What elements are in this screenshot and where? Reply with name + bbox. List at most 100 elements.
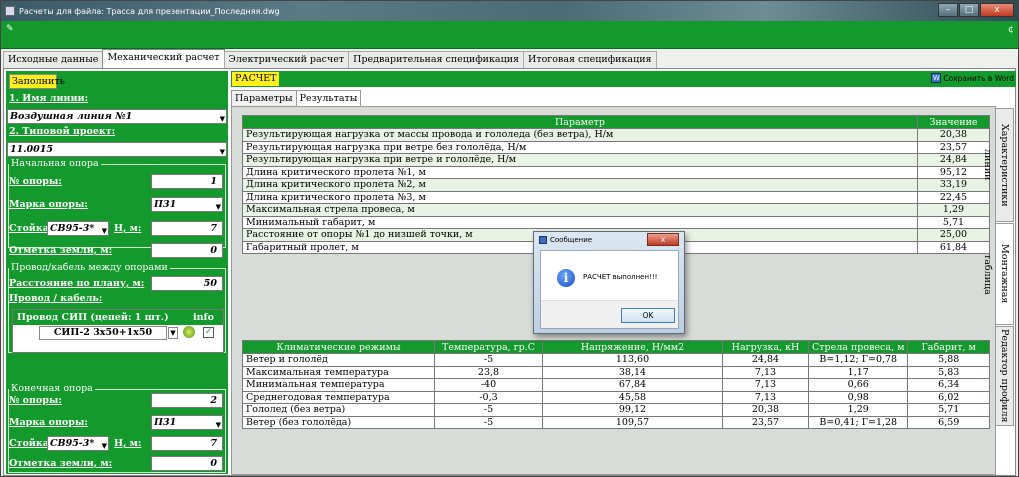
tab-preliminary-spec[interactable]: Предварительная спецификация bbox=[348, 51, 525, 68]
table-row: Длина критического пролета №3, м 22,45 bbox=[242, 190, 990, 204]
maximize-button[interactable]: □ bbox=[959, 3, 979, 17]
end-h-label[interactable]: Н, м: bbox=[114, 438, 141, 453]
climate-cell: Максимальная температура bbox=[242, 365, 435, 379]
close-window-button[interactable]: x bbox=[980, 3, 1014, 17]
climate-cell: 67,84 bbox=[542, 378, 723, 392]
end-ground-field[interactable]: 0 bbox=[151, 456, 223, 471]
climate-cell: 7,13 bbox=[722, 378, 809, 392]
sip-checkbox[interactable]: ✓ bbox=[203, 327, 214, 338]
start-h-label[interactable]: Н, м: bbox=[114, 223, 141, 238]
start-ground-field[interactable]: 0 bbox=[151, 243, 223, 258]
project-combo[interactable]: 11.0015 ▼ bbox=[7, 142, 227, 157]
table-row: Ветер и гололёд -5 113,60 24,84 В=1,12; Г=0,… bbox=[242, 353, 990, 367]
end-mark-label[interactable]: Марка опоры: bbox=[9, 417, 88, 432]
start-num-field[interactable]: 1 bbox=[151, 174, 223, 189]
end-h-field[interactable]: 7 bbox=[151, 436, 223, 451]
tab-mechanical[interactable]: Механический расчет bbox=[102, 49, 225, 68]
climate-cell: 45,58 bbox=[542, 390, 723, 404]
climate-cell: 1,29 bbox=[807, 403, 909, 417]
climate-cell: 5,71 bbox=[907, 403, 990, 417]
subtab-parameters[interactable]: Параметры bbox=[231, 90, 297, 106]
end-mark-value: П31 bbox=[154, 417, 177, 428]
pencil-icon[interactable]: ✎ bbox=[6, 24, 14, 34]
climate-cell: Ветер (без гололёда) bbox=[242, 415, 435, 429]
sidetab-install-table[interactable]: Монтажная таблица bbox=[982, 223, 1014, 325]
climate-cell: 38,14 bbox=[542, 365, 723, 379]
input-panel: Заполнить 1. Имя линии: Воздушная линия … bbox=[6, 71, 228, 474]
start-ground-label[interactable]: Отметка земли, м: bbox=[9, 245, 112, 260]
parameter-cell: Результирующая нагрузка при ветре и голо… bbox=[242, 153, 918, 167]
fill-button[interactable]: Заполнить bbox=[9, 74, 65, 89]
climate-cell: 6,02 bbox=[907, 390, 990, 404]
save-word-button[interactable]: W Сохранить в Word bbox=[931, 73, 1014, 83]
line-name-label[interactable]: 1. Имя линии: bbox=[9, 93, 88, 108]
subtab-results[interactable]: Результаты bbox=[295, 90, 362, 106]
climate-cell: Ветер и гололёд bbox=[242, 353, 435, 367]
table-row: Гололед (без ветра) -5 99,12 20,38 1,29 5,71 bbox=[242, 403, 990, 417]
start-mark-label[interactable]: Марка опоры: bbox=[9, 199, 88, 214]
table-row: Длина критического пролета №2, м 33,19 bbox=[242, 178, 990, 192]
climate-cell: 6,34 bbox=[907, 378, 990, 392]
end-num-field[interactable]: 2 bbox=[151, 393, 223, 408]
start-num-label[interactable]: № опоры: bbox=[9, 176, 62, 191]
start-rack-label[interactable]: Стойка: bbox=[9, 223, 52, 238]
minimize-button[interactable]: – bbox=[938, 3, 958, 17]
climate-cell: Минимальная температура bbox=[242, 378, 435, 392]
chevron-down-icon: ▼ bbox=[215, 420, 221, 429]
climate-cell: -40 bbox=[434, 378, 543, 392]
sip-header-label: Провод СИП (цепей: 1 шт.) bbox=[17, 312, 169, 323]
message-dialog: Сообщение x i РАСЧЕТ выполнен!!! OK bbox=[533, 231, 685, 334]
climate-cell: -5 bbox=[434, 415, 543, 429]
value-cell: 25,00 bbox=[917, 228, 990, 242]
line-name-combo[interactable]: Воздушная линия №1 ▼ bbox=[7, 109, 227, 124]
table-row: Среднегодовая температура -0,3 45,58 7,13 0,… bbox=[242, 390, 990, 404]
tab-electrical[interactable]: Электрический расчет bbox=[223, 51, 350, 68]
project-label[interactable]: 2. Типовой проект: bbox=[9, 126, 115, 141]
climate-cell: 23,8 bbox=[434, 365, 543, 379]
wire-distance-field[interactable]: 50 bbox=[151, 276, 223, 291]
dialog-body: i РАСЧЕТ выполнен!!! OK bbox=[540, 250, 679, 329]
end-rack-combo[interactable]: СВ95-3* ▼ bbox=[47, 436, 109, 451]
sip-header: Провод СИП (цепей: 1 шт.) info bbox=[13, 310, 223, 325]
climate-cell: 23,57 bbox=[722, 415, 809, 429]
parameter-cell: Результирующая нагрузка от массы провода… bbox=[242, 128, 918, 142]
tab-source-data[interactable]: Исходные данные bbox=[3, 51, 104, 68]
sip-cable-value: СИП-2 3х50+1х50 bbox=[53, 327, 153, 338]
tab-content: Заполнить 1. Имя линии: Воздушная линия … bbox=[3, 68, 1016, 476]
start-rack-combo[interactable]: СВ95-3* ▼ bbox=[47, 221, 109, 236]
sidetab-line-characteristics[interactable]: Характеристики линии bbox=[982, 108, 1014, 222]
dialog-close-button[interactable]: x bbox=[647, 233, 679, 246]
end-mark-combo[interactable]: П31 ▼ bbox=[151, 415, 223, 430]
col-sag: Стрела провеса, м bbox=[807, 340, 909, 354]
calc-label[interactable]: РАСЧЕТ bbox=[232, 72, 280, 86]
end-support-legend: Конечная опора bbox=[9, 383, 95, 394]
start-mark-combo[interactable]: П31 ▼ bbox=[151, 197, 223, 212]
sidetab-profile-editor[interactable]: Редактор профиля bbox=[995, 326, 1014, 426]
col-temperature: Температура, гр.С bbox=[434, 340, 543, 354]
start-h-field[interactable]: 7 bbox=[151, 221, 223, 236]
tab-final-spec[interactable]: Итоговая спецификация bbox=[523, 51, 657, 68]
end-rack-value: СВ95-3* bbox=[50, 438, 95, 449]
end-num-label[interactable]: № опоры: bbox=[9, 395, 62, 410]
end-ground-label[interactable]: Отметка земли, м: bbox=[9, 458, 112, 473]
climate-cell: Среднегодовая температура bbox=[242, 390, 435, 404]
climate-table: Климатические режимы Температура, гр.С Н… bbox=[242, 340, 990, 429]
wire-cable-label[interactable]: Провод / кабель: bbox=[9, 293, 102, 308]
col-value: Значение bbox=[917, 115, 990, 129]
parameter-cell: Длина критического пролета №2, м bbox=[242, 178, 918, 192]
wire-distance-label[interactable]: Расстояние по плану, м: bbox=[9, 278, 144, 293]
start-rack-value: СВ95-3* bbox=[50, 223, 95, 234]
climate-cell: 0,98 bbox=[807, 390, 909, 404]
info-globe-icon[interactable] bbox=[183, 326, 195, 338]
chevron-down-icon[interactable]: ▼ bbox=[168, 327, 178, 339]
value-cell: 61,84 bbox=[917, 240, 990, 254]
climate-cell: 99,12 bbox=[542, 403, 723, 417]
line-name-value: Воздушная линия №1 bbox=[10, 111, 133, 122]
sip-cable-combo[interactable]: СИП-2 3х50+1х50 bbox=[39, 326, 167, 340]
table-row: Минимальный габарит, м 5,71 bbox=[242, 215, 990, 229]
climate-cell: -5 bbox=[434, 403, 543, 417]
sip-info-label: info bbox=[193, 312, 214, 323]
value-cell: 5,71 bbox=[917, 215, 990, 229]
ok-button[interactable]: OK bbox=[621, 308, 675, 323]
end-rack-label[interactable]: Стойка: bbox=[9, 438, 52, 453]
